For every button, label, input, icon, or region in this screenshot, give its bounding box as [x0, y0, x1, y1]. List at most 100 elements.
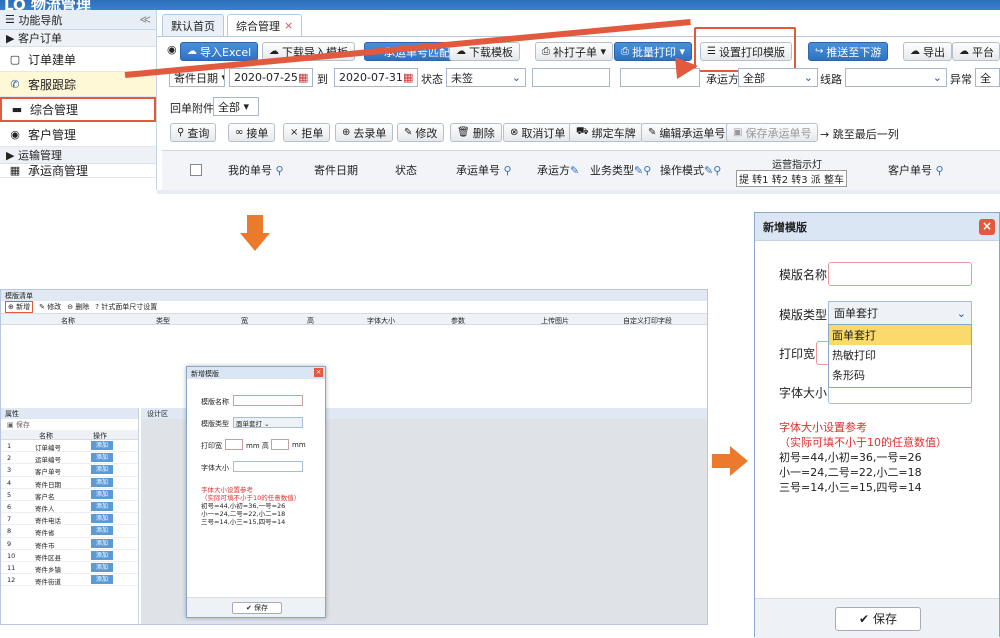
- push-downstream-button[interactable]: ↪ 推送至下游: [808, 42, 889, 61]
- nav-item-customer-management[interactable]: ◉ 客户管理: [0, 122, 156, 147]
- col-upload-image: 上传图片: [541, 317, 569, 325]
- col-carrier-no[interactable]: 承运单号 ⚲: [456, 162, 512, 178]
- add-button[interactable]: 添加: [91, 489, 113, 499]
- edit-button[interactable]: ✎ 修改: [397, 123, 445, 142]
- font-input[interactable]: [233, 461, 303, 472]
- type-label: 模版类型: [779, 308, 828, 322]
- reprint-suborder-button[interactable]: ⎙ 补打子单 ▾: [535, 42, 614, 61]
- save-carrier-no-button[interactable]: ▣ 保存承运单号: [726, 123, 819, 142]
- add-button[interactable]: 添加: [91, 453, 113, 463]
- nav-group-transport[interactable]: ▶ 运输管理: [0, 147, 156, 164]
- property-row: 4 寄件日期 添加: [1, 477, 138, 489]
- type-option-face-sheet[interactable]: 面单套打: [829, 325, 971, 345]
- button-label: 新增: [16, 303, 31, 311]
- type-select[interactable]: 面单套打 ⌄: [828, 301, 972, 325]
- tab-comprehensive[interactable]: 综合管理 ×: [227, 14, 303, 36]
- add-button[interactable]: 添加: [91, 441, 113, 450]
- col-biz-type[interactable]: 业务类型✎⚲: [590, 162, 651, 178]
- import-excel-button[interactable]: ☁ 导入Excel: [180, 42, 259, 61]
- date-from-input[interactable]: 2020-07-25 ▦: [229, 68, 313, 87]
- row-number: 8: [7, 527, 12, 536]
- add-button[interactable]: 添加: [91, 514, 113, 524]
- delete-button[interactable]: 🗑 删除: [450, 123, 502, 142]
- export-button[interactable]: ☁ 导出: [903, 42, 952, 61]
- nav-group-customer-orders[interactable]: ▶ 客户订单: [0, 30, 156, 47]
- add-button[interactable]: 添加: [91, 477, 113, 487]
- add-button[interactable]: 添加: [91, 550, 113, 560]
- nav-item-create-order[interactable]: ▢ 订单建单: [0, 47, 156, 72]
- property-row: 3 客户单号 添加: [1, 464, 138, 477]
- pencil-icon: ✎: [570, 164, 580, 177]
- property-row: 8 寄件省 添加: [1, 525, 138, 538]
- tab-divider: [157, 36, 1000, 37]
- add-button[interactable]: 添加: [91, 562, 113, 572]
- button-label: 查询: [187, 126, 210, 140]
- add-button[interactable]: 添加: [91, 501, 113, 511]
- col-carrier[interactable]: 承运方✎: [537, 162, 579, 178]
- needle-size-button[interactable]: ? 针式面单尺寸设置: [95, 302, 157, 312]
- type-option-thermal[interactable]: 热敏打印: [829, 345, 971, 365]
- properties-save-button[interactable]: ▣ 保存: [1, 419, 138, 430]
- platform-button[interactable]: ☁ 平台: [952, 42, 1000, 61]
- calendar-icon[interactable]: ▦: [298, 71, 308, 84]
- edit-template-button[interactable]: ✎ 修改: [39, 302, 61, 312]
- select-all-checkbox[interactable]: [190, 164, 202, 176]
- collapse-icon[interactable]: ≪: [139, 13, 151, 26]
- abnormal-select[interactable]: 全: [975, 68, 1000, 87]
- button-label: 取消订单: [521, 126, 566, 140]
- eye-icon[interactable]: ◉: [167, 43, 177, 56]
- add-button[interactable]: 添加: [91, 575, 113, 585]
- tab-home[interactable]: 默认首页: [162, 14, 224, 36]
- add-button[interactable]: 添加: [91, 526, 113, 536]
- bind-plate-button[interactable]: ⛟ 绑定车牌: [569, 123, 643, 142]
- close-icon[interactable]: ×: [979, 219, 995, 235]
- name-input[interactable]: [828, 262, 972, 286]
- width-input[interactable]: [225, 439, 243, 450]
- nav-item-carrier-management[interactable]: ▦ 承运商管理: [0, 164, 156, 178]
- receipt-select[interactable]: 全部 ▾: [213, 97, 259, 116]
- type-option-barcode[interactable]: 条形码: [829, 365, 971, 385]
- type-label: 模版类型: [201, 420, 229, 428]
- accept-order-button[interactable]: ∞ 接单: [228, 123, 276, 142]
- select-value: 全: [980, 71, 991, 85]
- col-send-date[interactable]: 寄件日期: [314, 162, 358, 178]
- edit-carrier-no-button[interactable]: ✎ 编辑承运单号: [641, 123, 733, 142]
- close-icon[interactable]: ×: [314, 368, 323, 377]
- reject-order-button[interactable]: × 拒单: [283, 123, 331, 142]
- link-icon: ∞: [235, 127, 244, 138]
- col-label: 客户单号: [888, 164, 932, 177]
- row-number: 10: [7, 551, 16, 560]
- new-template-button[interactable]: ⊕ 新增: [5, 301, 34, 313]
- col-my-no[interactable]: 我的单号 ⚲: [228, 162, 284, 178]
- cancel-order-button[interactable]: ⊗ 取消订单: [503, 123, 573, 142]
- type-select[interactable]: 面单套打 ⌄: [233, 417, 303, 428]
- cloud-icon: ☁: [959, 46, 969, 57]
- delete-template-button[interactable]: ⊖ 删除: [67, 302, 89, 312]
- search-field[interactable]: [532, 68, 610, 87]
- col-op-mode[interactable]: 操作模式✎⚲: [660, 162, 721, 178]
- jump-last-link[interactable]: → 跳至最后一列: [820, 126, 899, 142]
- nav-item-comprehensive-management[interactable]: ▬ 综合管理: [0, 97, 156, 122]
- add-button[interactable]: 添加: [91, 465, 113, 475]
- date-to-input[interactable]: 2020-07-31 ▦: [334, 68, 418, 87]
- add-button[interactable]: 添加: [91, 538, 113, 548]
- go-entry-button[interactable]: ⊕ 去录单: [335, 123, 394, 142]
- status-label: 状态: [421, 73, 443, 86]
- height-input[interactable]: [271, 439, 289, 450]
- route-select[interactable]: ⌄: [845, 68, 947, 87]
- query-button[interactable]: ⚲ 查询: [170, 123, 217, 142]
- status-select[interactable]: 未签 ⌄: [446, 68, 526, 87]
- save-button[interactable]: ✔ 保存: [232, 602, 282, 614]
- col-status[interactable]: 状态: [395, 162, 417, 178]
- save-button[interactable]: ✔ 保存: [835, 607, 921, 631]
- col-customer-no[interactable]: 客户单号 ⚲: [888, 162, 944, 178]
- user-circle-icon: ◉: [10, 127, 20, 141]
- save-icon: ▣: [733, 127, 743, 138]
- name-input[interactable]: [233, 395, 303, 406]
- calendar-icon[interactable]: ▦: [403, 71, 413, 84]
- row-number: 2: [7, 454, 12, 463]
- carrier-select[interactable]: 全部 ⌄: [738, 68, 818, 87]
- close-icon[interactable]: ×: [284, 19, 293, 32]
- row-name: 寄件区县: [35, 553, 61, 562]
- col-label: 承运方: [537, 164, 570, 177]
